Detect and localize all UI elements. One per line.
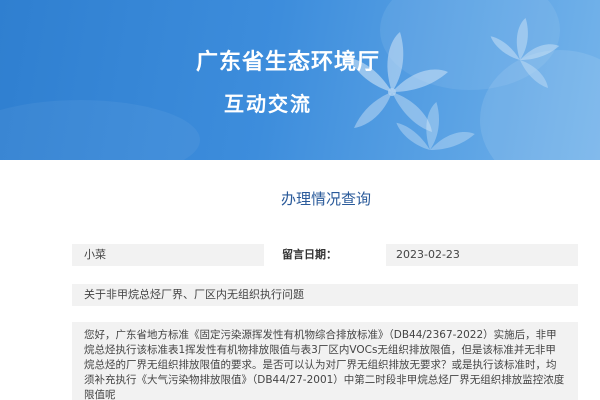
date-field: 2023-02-23 (386, 244, 578, 266)
message-content: 您好，广东省地方标准《固定污染源挥发性有机物综合排放标准》（DB44/2367-… (72, 322, 578, 400)
page-title: 办理情况查询 (280, 190, 371, 208)
site-title: 广东省生态环境厅 (196, 50, 381, 75)
date-label: 留言日期： (272, 244, 376, 266)
subject-field: 关于非甲烷总烃厂界、厂区内无组织执行问题 (72, 284, 578, 306)
header-banner: 广东省生态环境厅 互动交流 (0, 0, 600, 160)
lily-flower-icon (0, 0, 600, 160)
author-field: 小菜 (72, 244, 264, 266)
site-subtitle: 互动交流 (224, 92, 312, 116)
